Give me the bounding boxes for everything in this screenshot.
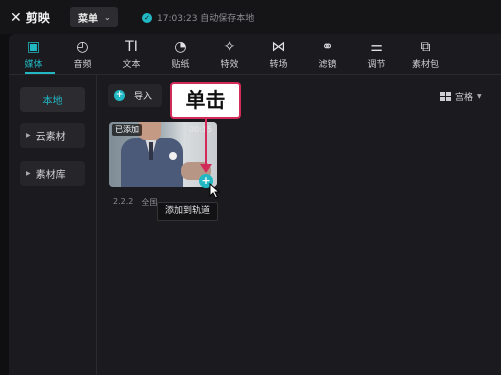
sidebar-item-label: 本地 [42,96,63,107]
add-to-track-tooltip: 添加到轨道 [157,202,218,221]
app-logo: ✕ 剪映 [10,9,50,26]
tab-label: 贴纸 [171,59,190,70]
media-icon: ▣ [26,38,41,55]
effects-icon: ✧ [223,38,236,55]
tab-media[interactable]: ▣ 媒体 [9,34,58,74]
tab-label: 特效 [220,59,239,70]
filter-icon: ⚭ [321,38,334,55]
caret-right-icon: ▶ [26,132,31,139]
sidebar-item-cloud[interactable]: ▶ 云素材 [20,123,85,148]
tab-asset-pack[interactable]: ⧉ 素材包 [401,34,450,74]
tab-audio[interactable]: ◴ 音频 [58,34,107,74]
tab-label: 素材包 [411,59,439,70]
text-icon: TI [125,38,138,55]
callout-arrow [205,119,207,169]
menu-button[interactable]: 菜单 ⌄ [70,7,118,27]
tab-adjust[interactable]: ⚌ 调节 [352,34,401,74]
transition-icon: ⋈ [271,38,286,55]
autosave-status: ✓ 17:03:23 自动保存本地 [142,11,254,24]
tab-sticker[interactable]: ◔ 贴纸 [156,34,205,74]
import-label: 导入 [134,92,153,102]
tab-label: 转场 [269,59,288,70]
tab-label: 调节 [367,59,386,70]
view-mode-toggle[interactable]: 宫格 ▼ [440,90,482,103]
sidebar-item-local[interactable]: 本地 [20,87,85,112]
plus-icon: + [114,90,125,101]
tab-label: 文本 [122,59,141,70]
tab-label: 音频 [73,59,92,70]
app-name: 剪映 [25,11,50,25]
added-badge: 已添加 [112,124,142,136]
tool-tabs: ▣ 媒体 ◴ 音频 TI 文本 ◔ 贴纸 ✧ 特效 ⋈ 转场 ⚭ 滤镜 ⚌ 调节… [9,34,501,74]
caption-left: 2.2.2 [113,197,134,206]
capcut-logo-icon: ✕ [10,9,22,26]
sidebar-item-label: 素材库 [35,170,66,181]
sidebar-item-library[interactable]: ▶ 素材库 [20,161,85,186]
title-bar: ✕ 剪映 菜单 ⌄ ✓ 17:03:23 自动保存本地 [0,0,501,34]
clip-duration: 00:15 [189,125,213,134]
tab-transition[interactable]: ⋈ 转场 [254,34,303,74]
asset-pack-icon: ⧉ [420,38,431,55]
sidebar-item-label: 云素材 [35,132,66,143]
menu-label: 菜单 [78,13,98,25]
import-button[interactable]: + 导入 [108,84,162,107]
caption-right: 全国 [141,198,158,207]
media-caption: 2.2.2 全国 [113,197,157,208]
adjust-icon: ⚌ [370,38,383,55]
media-sidebar: 本地 ▶ 云素材 ▶ 素材库 [9,75,97,375]
check-icon: ✓ [142,12,152,23]
tab-effects[interactable]: ✧ 特效 [205,34,254,74]
arrow-down-icon [200,164,212,173]
audio-icon: ◴ [76,38,89,55]
caret-down-icon: ▼ [477,93,482,100]
view-mode-label: 宫格 [455,93,474,103]
autosave-text: 17:03:23 自动保存本地 [157,14,255,24]
tab-filter[interactable]: ⚭ 滤镜 [303,34,352,74]
chevron-down-icon: ⌄ [104,12,111,22]
tab-label: 滤镜 [318,59,337,70]
grid-view-icon [440,92,451,101]
mouse-cursor-icon [209,183,221,199]
sticker-icon: ◔ [174,38,187,55]
tab-text[interactable]: TI 文本 [107,34,156,74]
caret-right-icon: ▶ [26,170,31,177]
tab-label: 媒体 [24,59,43,70]
click-callout: 单击 [170,82,241,119]
